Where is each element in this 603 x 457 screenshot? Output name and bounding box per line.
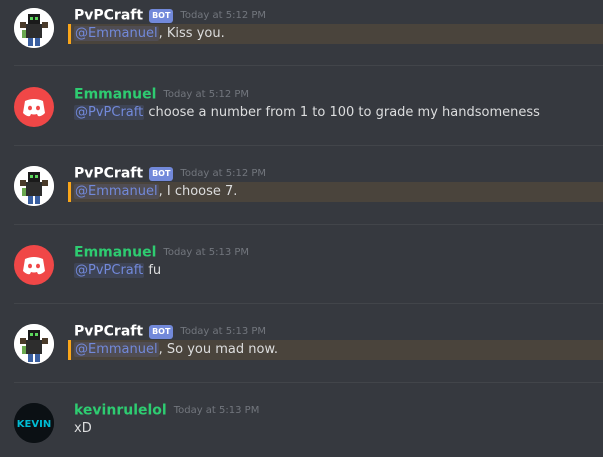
message-item: PvPCraft BOT Today at 5:12 PM @Emmanuel, K…: [0, 0, 603, 62]
user-mention[interactable]: @Emmanuel: [74, 26, 159, 41]
timestamp: Today at 5:13 PM: [180, 326, 267, 337]
message-item: KEVIN kevinrulelol Today at 5:13 PM xD: [0, 395, 603, 457]
avatar-text: KEVIN: [17, 419, 51, 430]
message-item: Emmanuel Today at 5:12 PM @PvPCraft choos…: [0, 79, 603, 141]
message-header: PvPCraft BOT Today at 5:13 PM: [74, 321, 267, 340]
pvpcraft-avatar[interactable]: [14, 8, 54, 48]
message-text: , Kiss you.: [158, 26, 225, 41]
message-header: Emmanuel Today at 5:13 PM: [74, 242, 250, 261]
message-item: Emmanuel Today at 5:13 PM @PvPCraft fu: [0, 237, 603, 299]
username[interactable]: PvPCraft: [74, 166, 143, 182]
message-content: xD: [74, 421, 92, 436]
message-text: , So you mad now.: [158, 342, 279, 357]
message-text: fu: [144, 263, 162, 278]
discord-default-avatar[interactable]: [14, 245, 54, 285]
pvpcraft-avatar[interactable]: [14, 324, 54, 364]
message-content: @Emmanuel, I choose 7.: [68, 182, 603, 202]
timestamp: Today at 5:12 PM: [180, 10, 267, 21]
message-content: @Emmanuel, Kiss you.: [68, 24, 603, 44]
message-divider: [14, 65, 603, 66]
bot-badge: BOT: [149, 324, 174, 339]
message-item: PvPCraft BOT Today at 5:13 PM @Emmanuel, S…: [0, 316, 603, 378]
message-content: @PvPCraft fu: [74, 263, 161, 278]
message-text: choose a number from 1 to 100 to grade m…: [144, 105, 540, 120]
timestamp: Today at 5:12 PM: [180, 168, 267, 179]
username[interactable]: PvPCraft: [74, 324, 143, 340]
message-divider: [14, 303, 603, 304]
pvpcraft-avatar[interactable]: [14, 166, 54, 206]
kevin-avatar[interactable]: KEVIN: [14, 403, 54, 443]
message-header: Emmanuel Today at 5:12 PM: [74, 84, 250, 103]
message-content: @Emmanuel, So you mad now.: [68, 340, 603, 360]
username[interactable]: PvPCraft: [74, 8, 143, 24]
discord-logo-icon: [23, 99, 45, 117]
discord-default-avatar[interactable]: [14, 87, 54, 127]
message-divider: [14, 224, 603, 225]
user-mention[interactable]: @PvPCraft: [74, 105, 145, 120]
username[interactable]: Emmanuel: [74, 245, 156, 261]
message-header: PvPCraft BOT Today at 5:12 PM: [74, 5, 267, 24]
message-text: , I choose 7.: [158, 184, 238, 199]
bot-badge: BOT: [149, 166, 174, 181]
message-header: PvPCraft BOT Today at 5:12 PM: [74, 163, 267, 182]
username[interactable]: Emmanuel: [74, 87, 156, 103]
timestamp: Today at 5:12 PM: [163, 89, 250, 100]
discord-logo-icon: [23, 257, 45, 275]
bot-badge: BOT: [149, 8, 174, 23]
message-divider: [14, 145, 603, 146]
message-header: kevinrulelol Today at 5:13 PM: [74, 400, 260, 419]
timestamp: Today at 5:13 PM: [163, 247, 250, 258]
message-content: @PvPCraft choose a number from 1 to 100 …: [74, 105, 540, 120]
user-mention[interactable]: @PvPCraft: [74, 263, 145, 278]
timestamp: Today at 5:13 PM: [173, 405, 260, 416]
username[interactable]: kevinrulelol: [74, 403, 167, 419]
user-mention[interactable]: @Emmanuel: [74, 184, 159, 199]
message-divider: [14, 382, 603, 383]
message-text: xD: [74, 421, 92, 436]
message-item: PvPCraft BOT Today at 5:12 PM @Emmanuel, I…: [0, 158, 603, 220]
user-mention[interactable]: @Emmanuel: [74, 342, 159, 357]
